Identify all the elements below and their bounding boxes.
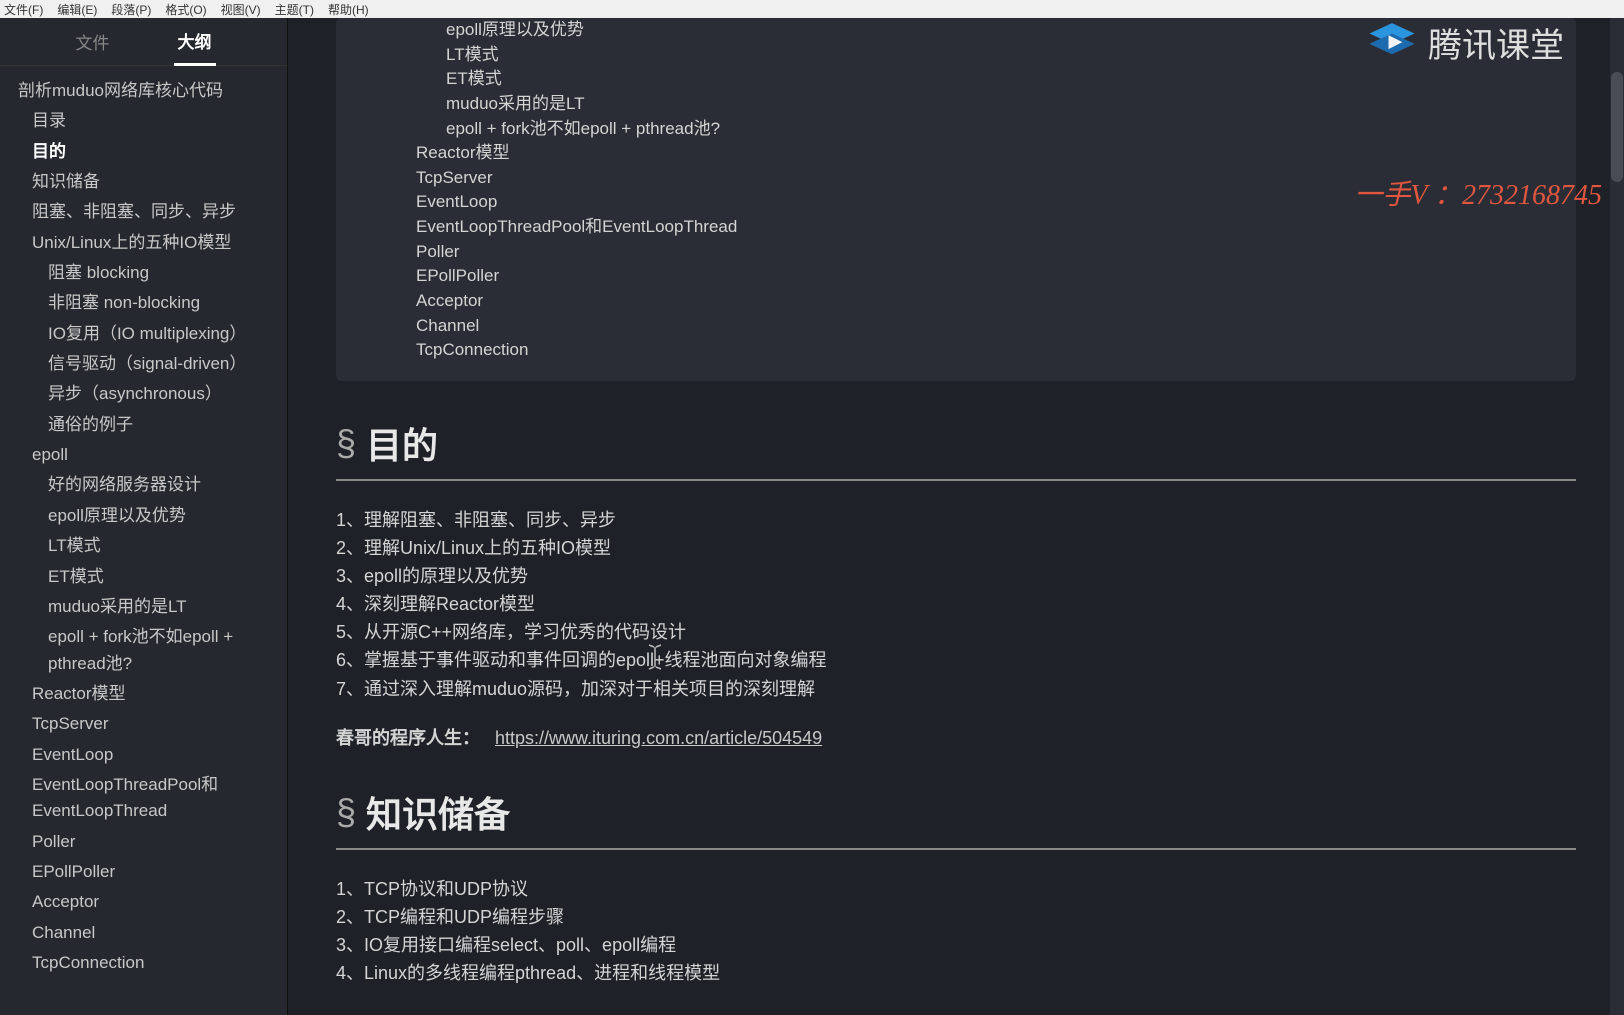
list-item: 1、TCP协议和UDP协议: [336, 876, 1576, 902]
outline-item[interactable]: 阻塞、非阻塞、同步、异步: [18, 197, 281, 227]
list-item: 4、深刻理解Reactor模型: [336, 591, 1576, 617]
link-label: 春哥的程序人生：: [336, 728, 480, 748]
list-item: 3、IO复用接口编程select、poll、epoll编程: [336, 932, 1576, 958]
section-title: 目的: [366, 417, 438, 469]
outline-item[interactable]: Acceptor: [18, 887, 281, 917]
outline-item[interactable]: EventLoopThreadPool和EventLoopThread: [18, 770, 281, 827]
toc-line[interactable]: EventLoopThreadPool和EventLoopThread: [366, 215, 1546, 240]
toc-line[interactable]: Poller: [366, 240, 1546, 265]
list-item: 5、从开源C++网络库，学习优秀的代码设计: [336, 619, 1576, 645]
outline-item[interactable]: 知识储备: [18, 167, 281, 197]
outline-item[interactable]: 通俗的例子: [18, 410, 238, 440]
scrollbar-track[interactable]: [1610, 18, 1624, 1015]
outline-item[interactable]: 目录: [18, 106, 281, 136]
toc-line[interactable]: TcpConnection: [366, 338, 1546, 363]
outline-item[interactable]: 信号驱动（signal-driven）: [18, 349, 238, 379]
sidebar-tabs: 文件 大纲: [0, 18, 287, 66]
section-heading-knowledge: § 知识储备: [336, 786, 1576, 850]
outline-item[interactable]: 目的: [18, 137, 281, 167]
list-item: 1、理解阻塞、非阻塞、同步、异步: [336, 507, 1576, 533]
outline-item[interactable]: Poller: [18, 827, 281, 857]
toc-line[interactable]: EPollPoller: [366, 264, 1546, 289]
purpose-list: 1、理解阻塞、非阻塞、同步、异步2、理解Unix/Linux上的五种IO模型3、…: [336, 507, 1576, 702]
reference-link[interactable]: https://www.ituring.com.cn/article/50454…: [495, 728, 822, 748]
outline-item[interactable]: ET模式: [18, 562, 238, 592]
outline-item[interactable]: Reactor模型: [18, 679, 281, 709]
toc-line[interactable]: TcpServer: [366, 166, 1546, 191]
tab-outline[interactable]: 大纲: [174, 18, 216, 66]
outline-item[interactable]: TcpServer: [18, 709, 281, 739]
toc-line[interactable]: epoll + fork池不如epoll + pthread池?: [366, 117, 1546, 142]
section-symbol: §: [336, 422, 356, 464]
list-item: 7、通过深入理解muduo源码，加深对于相关项目的深刻理解: [336, 676, 1576, 702]
menu-paragraph[interactable]: 段落(P): [111, 1, 151, 18]
outline-item[interactable]: epoll + fork池不如epoll + pthread池?: [18, 622, 238, 679]
outline-item[interactable]: EventLoop: [18, 740, 281, 770]
toc-line[interactable]: Acceptor: [366, 289, 1546, 314]
toc-line[interactable]: epoll原理以及优势: [366, 18, 1546, 43]
toc-line[interactable]: LT模式: [366, 43, 1546, 68]
outline-item[interactable]: 阻塞 blocking: [18, 258, 238, 288]
main-content[interactable]: 腾讯课堂 一手V ：2732168745 epoll原理以及优势LT模式ET模式…: [288, 18, 1624, 1015]
outline-item[interactable]: IO复用（IO multiplexing）: [18, 319, 238, 349]
outline-item[interactable]: 非阻塞 non-blocking: [18, 288, 238, 318]
list-item: 2、理解Unix/Linux上的五种IO模型: [336, 535, 1576, 561]
outline-item[interactable]: TcpConnection: [18, 948, 281, 978]
outline-item[interactable]: Unix/Linux上的五种IO模型: [18, 228, 281, 258]
list-item: 2、TCP编程和UDP编程步骤: [336, 904, 1576, 930]
sidebar: 文件 大纲 剖析muduo网络库核心代码目录目的知识储备阻塞、非阻塞、同步、异步…: [0, 18, 288, 1015]
toc-line[interactable]: Reactor模型: [366, 141, 1546, 166]
list-item: 6、掌握基于事件驱动和事件回调的epoll+线程池面向对象编程: [336, 647, 1576, 673]
menu-help[interactable]: 帮助(H): [328, 1, 369, 18]
menu-edit[interactable]: 编辑(E): [57, 1, 97, 18]
menu-format[interactable]: 格式(O): [165, 1, 206, 18]
toc-line[interactable]: muduo采用的是LT: [366, 92, 1546, 117]
outline-item[interactable]: epoll: [18, 440, 281, 470]
outline-item[interactable]: 好的网络服务器设计: [18, 470, 238, 500]
outline-item[interactable]: 异步（asynchronous）: [18, 379, 238, 409]
outline-item[interactable]: muduo采用的是LT: [18, 592, 238, 622]
outline-tree[interactable]: 剖析muduo网络库核心代码目录目的知识储备阻塞、非阻塞、同步、异步Unix/L…: [0, 66, 287, 1015]
menu-file[interactable]: 文件(F): [4, 1, 43, 18]
knowledge-list: 1、TCP协议和UDP协议2、TCP编程和UDP编程步骤3、IO复用接口编程se…: [336, 876, 1576, 986]
menu-theme[interactable]: 主题(T): [275, 1, 314, 18]
outline-item[interactable]: EPollPoller: [18, 857, 281, 887]
outline-item[interactable]: LT模式: [18, 531, 238, 561]
menu-view[interactable]: 视图(V): [221, 1, 261, 18]
outline-item[interactable]: Channel: [18, 918, 281, 948]
section-title: 知识储备: [366, 786, 510, 838]
section-symbol: §: [336, 791, 356, 833]
section-heading-purpose: § 目的: [336, 417, 1576, 481]
toc-line[interactable]: EventLoop: [366, 190, 1546, 215]
tab-file[interactable]: 文件: [72, 19, 114, 64]
list-item: 3、epoll的原理以及优势: [336, 563, 1576, 589]
menubar: 文件(F) 编辑(E) 段落(P) 格式(O) 视图(V) 主题(T) 帮助(H…: [0, 0, 1624, 18]
toc-block: epoll原理以及优势LT模式ET模式muduo采用的是LTepoll + fo…: [336, 18, 1576, 381]
reference-link-line: 春哥的程序人生： https://www.ituring.com.cn/arti…: [336, 724, 1576, 750]
toc-line[interactable]: ET模式: [366, 67, 1546, 92]
outline-item[interactable]: epoll原理以及优势: [18, 501, 238, 531]
toc-line[interactable]: Channel: [366, 314, 1546, 339]
outline-item[interactable]: 剖析muduo网络库核心代码: [18, 76, 281, 106]
list-item: 4、Linux的多线程编程pthread、进程和线程模型: [336, 960, 1576, 986]
scrollbar-thumb[interactable]: [1611, 72, 1623, 182]
